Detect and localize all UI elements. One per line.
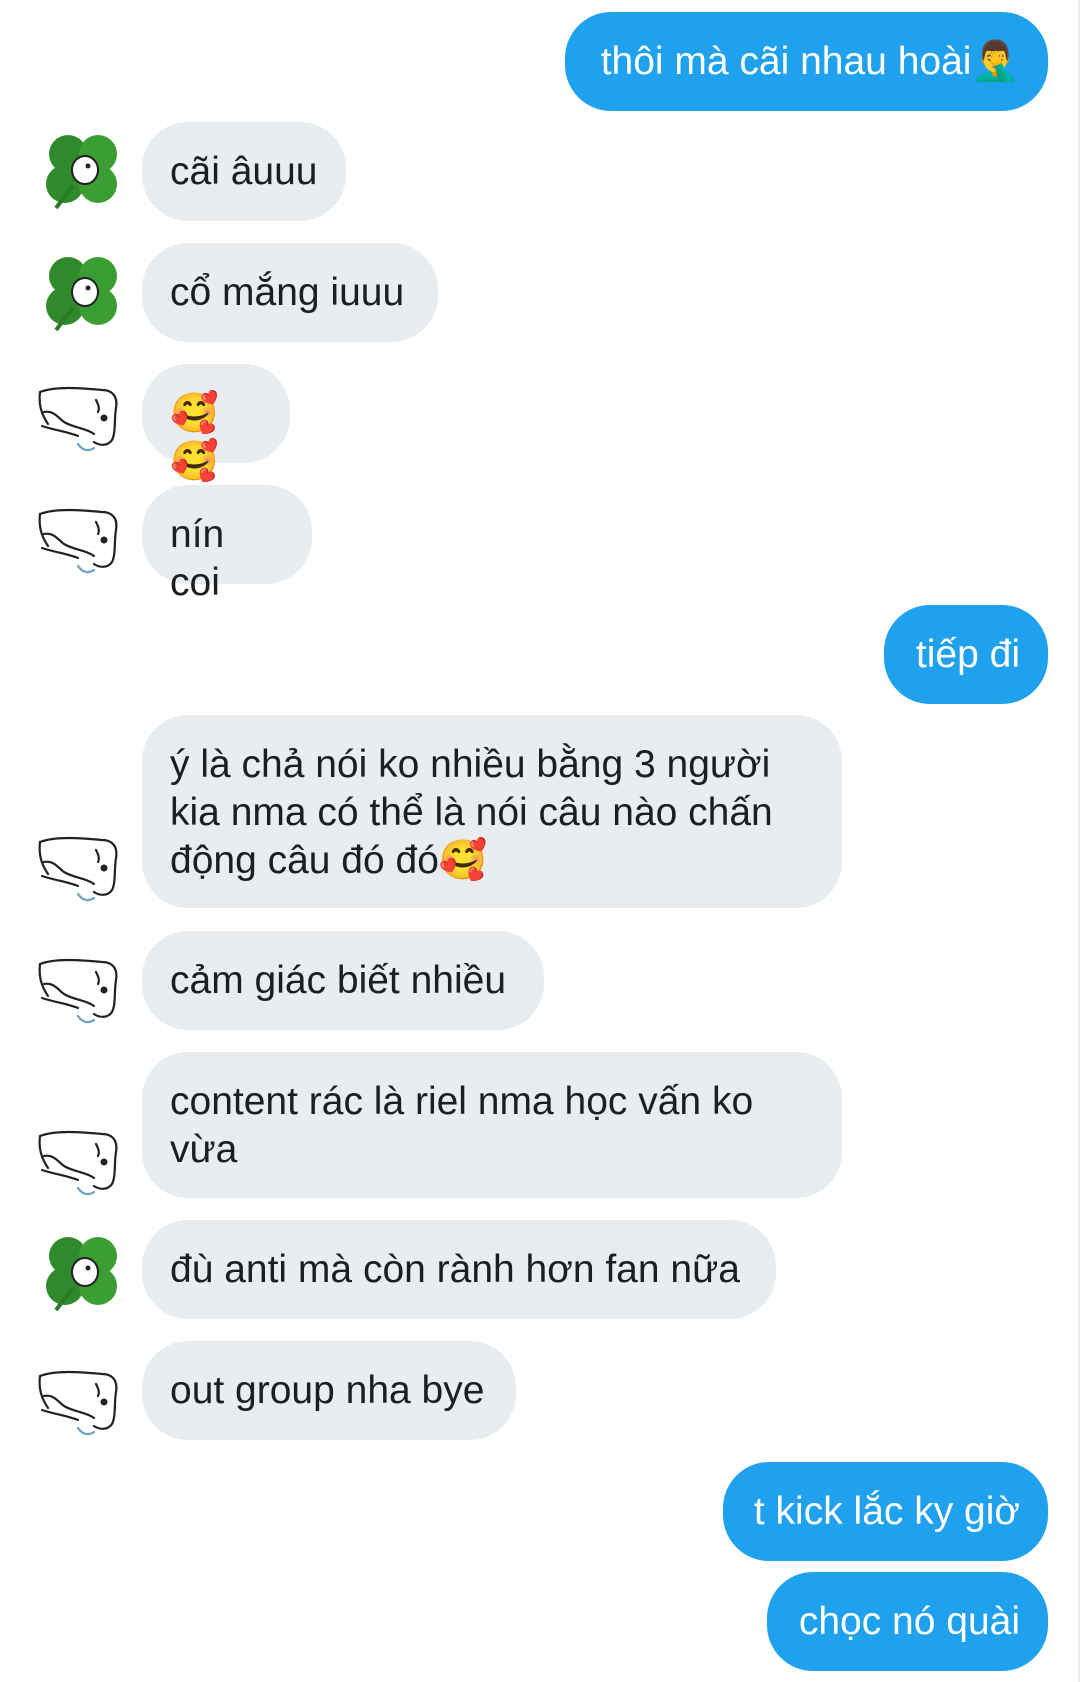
four-leaf-clover-avatar-icon[interactable] — [38, 1230, 128, 1320]
line-sketch-animal-avatar-icon[interactable] — [34, 1358, 124, 1448]
outgoing-message-bubble[interactable]: t kick lắc ky giờ — [723, 1462, 1048, 1561]
incoming-message-bubble[interactable]: cảm giác biết nhiều — [142, 931, 544, 1030]
incoming-message-bubble[interactable]: 🥰🥰 — [142, 364, 290, 483]
four-leaf-clover-avatar-icon[interactable] — [38, 128, 128, 218]
incoming-message-bubble[interactable]: ý là chả nói ko nhiều bằng 3 người kia n… — [142, 715, 842, 908]
line-sketch-animal-avatar-icon[interactable] — [34, 496, 124, 586]
incoming-message-bubble[interactable]: out group nha bye — [142, 1341, 516, 1440]
incoming-message-bubble[interactable]: đù anti mà còn rành hơn fan nữa — [142, 1220, 776, 1319]
line-sketch-animal-avatar-icon[interactable] — [34, 374, 124, 464]
outgoing-message-bubble[interactable]: chọc nó quài — [767, 1572, 1048, 1671]
incoming-message-bubble[interactable]: content rác là riel nma học vấn ko vừa — [142, 1052, 842, 1198]
line-sketch-animal-avatar-icon[interactable] — [34, 946, 124, 1036]
line-sketch-animal-avatar-icon[interactable] — [34, 1118, 124, 1208]
incoming-message-bubble[interactable]: nín coi — [142, 485, 312, 604]
line-sketch-animal-avatar-icon[interactable] — [34, 824, 124, 914]
incoming-message-bubble[interactable]: cãi âuuu — [142, 122, 346, 221]
outgoing-message-bubble[interactable]: thôi mà cãi nhau hoài🤦‍♂️ — [565, 12, 1048, 111]
outgoing-message-bubble[interactable]: tiếp đi — [884, 605, 1048, 704]
four-leaf-clover-avatar-icon[interactable] — [38, 250, 128, 340]
incoming-message-bubble[interactable]: cổ mắng iuuu — [142, 243, 438, 342]
message-thread: thôi mà cãi nhau hoài🤦‍♂️ cãi âuuu cổ mắ… — [0, 0, 1080, 1682]
